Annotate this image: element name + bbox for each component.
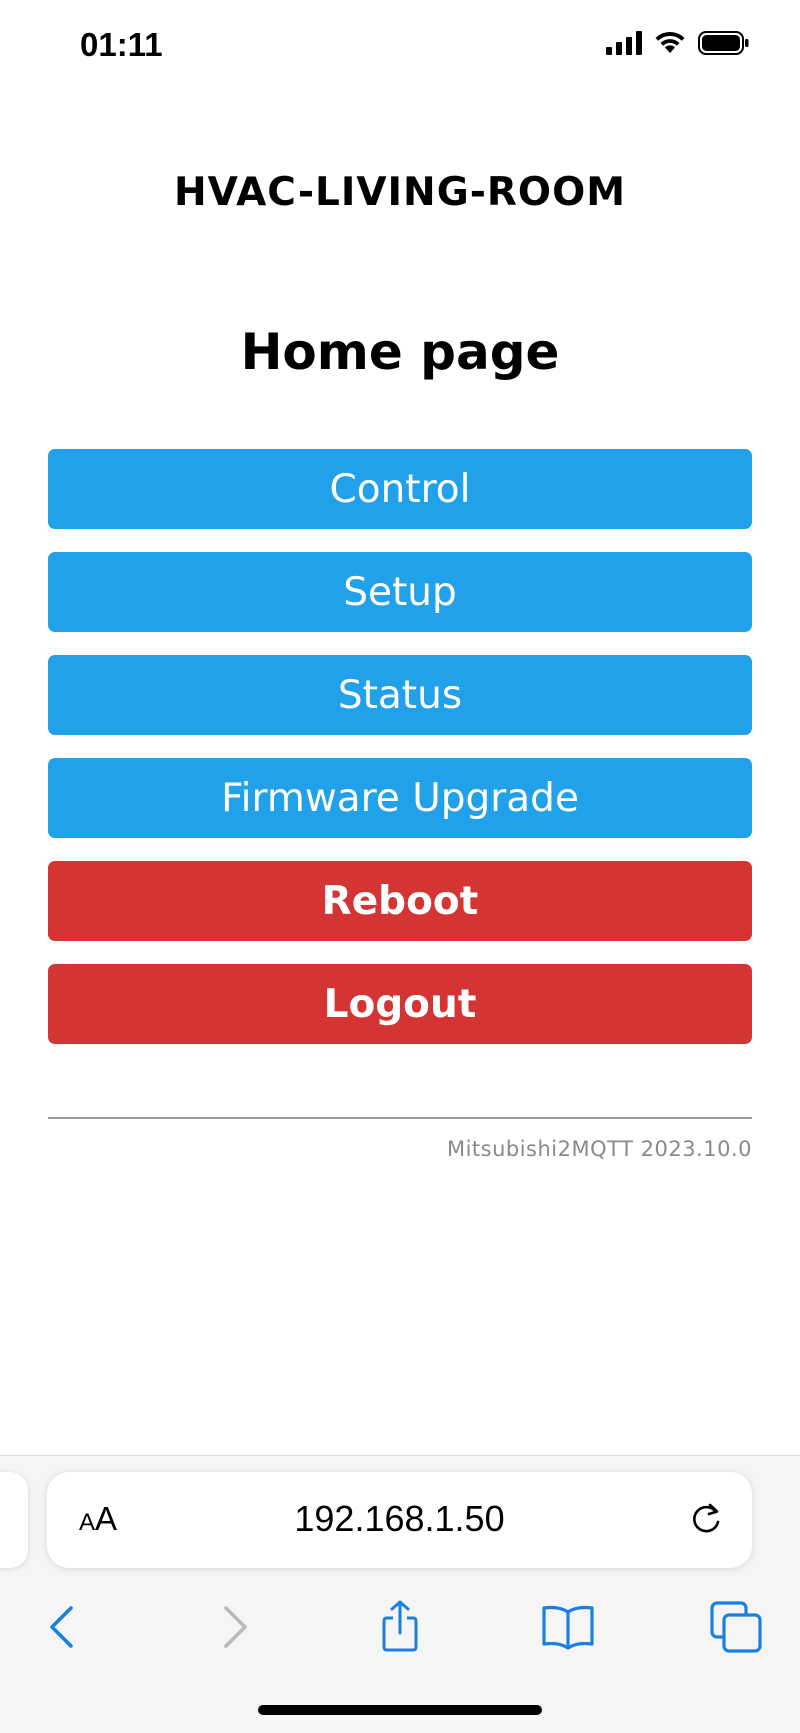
tabs-icon[interactable] <box>708 1599 764 1655</box>
address-bar[interactable]: AA 192.168.1.50 <box>47 1472 752 1568</box>
status-button[interactable]: Status <box>48 655 752 735</box>
reboot-button[interactable]: Reboot <box>48 861 752 941</box>
control-button[interactable]: Control <box>48 449 752 529</box>
status-time: 01:11 <box>80 26 163 63</box>
main-menu: Control Setup Status Firmware Upgrade Re… <box>48 449 752 1067</box>
device-name: HVAC-LIVING-ROOM <box>173 170 627 215</box>
reload-icon[interactable] <box>686 1500 726 1540</box>
battery-icon <box>698 31 749 55</box>
footer-divider <box>48 1117 752 1119</box>
wifi-icon <box>655 31 685 53</box>
url-text[interactable]: 192.168.1.50 <box>47 1498 752 1540</box>
back-icon[interactable] <box>35 1599 91 1655</box>
cellular-signal-icon <box>606 31 642 55</box>
browser-toolbar: AA 192.168.1.50 <box>0 1455 800 1733</box>
forward-icon[interactable] <box>206 1599 262 1655</box>
home-indicator[interactable] <box>258 1705 542 1715</box>
logout-button[interactable]: Logout <box>48 964 752 1044</box>
firmware-upgrade-button[interactable]: Firmware Upgrade <box>48 758 752 838</box>
previous-tab-peek[interactable] <box>0 1472 28 1568</box>
version-footer: Mitsubishi2MQTT 2023.10.0 <box>446 1137 752 1161</box>
status-bar: 01:11 <box>0 0 800 92</box>
page-title: Home page <box>240 323 560 381</box>
share-icon[interactable] <box>372 1599 428 1655</box>
setup-button[interactable]: Setup <box>48 552 752 632</box>
bookmarks-icon[interactable] <box>540 1599 596 1655</box>
status-icons <box>606 30 750 56</box>
